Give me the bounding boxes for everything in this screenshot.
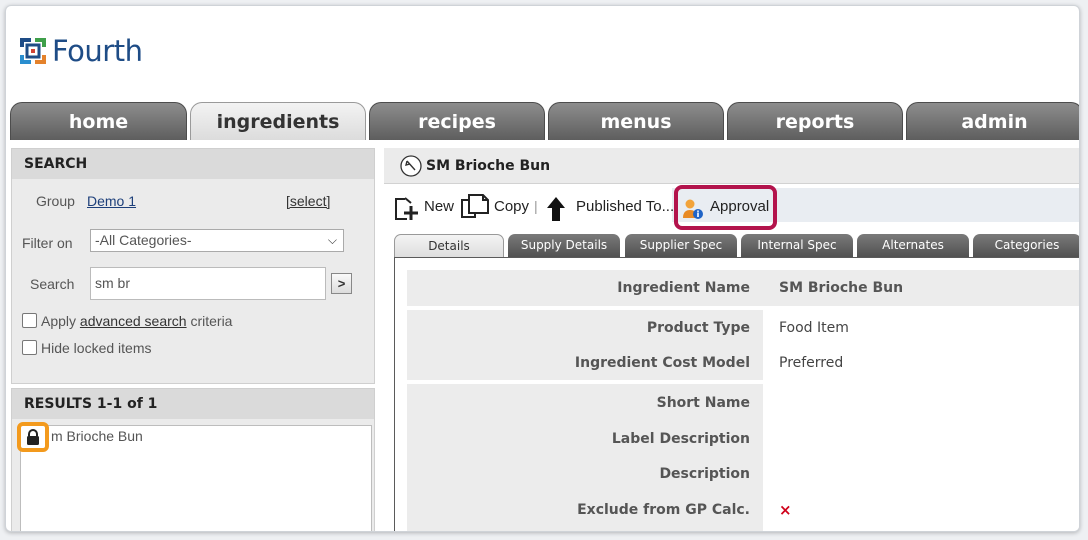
approval-button[interactable]: Approval [710,198,769,215]
details-form: Ingredient Name SM Brioche Bun Product T… [394,257,1079,531]
advanced-search-suffix: criteria [186,313,233,329]
category-filter-value: -All Categories- [95,232,192,248]
tab-alternates[interactable]: Alternates [857,234,969,257]
advanced-search-checkbox[interactable] [22,313,37,328]
results-header: RESULTS 1-1 of 1 [12,389,374,419]
nav-tab-recipes[interactable]: recipes [369,102,545,140]
ingredient-icon [400,155,422,177]
filter-label: Filter on [22,235,73,251]
group-select-link[interactable]: [select] [286,193,330,209]
fourth-logo-mark-icon [20,38,46,64]
tab-supplier-spec[interactable]: Supplier Spec [625,234,737,257]
ingredient-name-label: Ingredient Name [617,280,750,296]
app-window: Fourth home ingredients recipes menus re… [5,5,1080,532]
search-label: Search [30,276,75,292]
published-to-button[interactable]: Published To... [576,198,674,215]
exclude-gp-label: Exclude from GP Calc. [577,502,750,518]
ingredient-header: SM Brioche Bun [384,148,1079,184]
approval-user-icon[interactable] [682,198,704,220]
lock-highlight [17,422,49,452]
chevron-right-icon: > [337,276,346,291]
hide-locked-label: Hide locked items [41,340,152,356]
results-list: m Brioche Bun [17,422,372,531]
advanced-search-prefix: Apply [41,313,80,329]
tab-internal-spec[interactable]: Internal Spec [741,234,853,257]
group-value-link[interactable]: Demo 1 [87,193,136,209]
nav-tab-home[interactable]: home [10,102,187,140]
label-description-label: Label Description [611,431,750,447]
tab-categories[interactable]: Categories [973,234,1079,257]
lock-icon[interactable] [26,429,40,445]
hide-locked-checkbox[interactable] [22,340,37,355]
category-filter-select[interactable]: -All Categories- ⌵ [90,229,344,252]
ingredient-name-value: SM Brioche Bun [779,280,904,296]
copy-icon[interactable] [458,193,490,219]
hide-locked-row: Hide locked items [22,340,152,356]
tab-details[interactable]: Details [394,234,504,257]
group-label: Group [36,193,75,209]
copy-button[interactable]: Copy [494,198,529,215]
exclude-gp-x-icon: × [779,501,792,519]
nav-tab-menus[interactable]: menus [548,102,724,140]
toolbar: New Copy | Published To... Approval [384,185,1079,230]
description-label: Description [659,466,750,482]
nav-tab-admin[interactable]: admin [906,102,1079,140]
cost-model-label: Ingredient Cost Model [574,355,750,371]
cost-model-value: Preferred [779,355,844,371]
short-name-label: Short Name [656,395,750,411]
up-arrow-icon[interactable] [546,196,566,222]
main-nav: home ingredients recipes menus reports a… [10,102,1079,140]
new-button[interactable]: New [424,198,454,215]
detail-tabs: Details Supply Details Supplier Spec Int… [394,234,1079,258]
advanced-search-row: Apply advanced search criteria [22,313,232,329]
search-panel-header: SEARCH [12,149,374,179]
fourth-logo[interactable]: Fourth [18,34,143,68]
result-item-label[interactable]: m Brioche Bun [51,428,143,444]
product-type-label: Product Type [646,320,750,336]
search-input[interactable]: sm br [90,267,326,300]
nav-tab-ingredients[interactable]: ingredients [190,102,366,140]
toolbar-separator: | [534,198,538,214]
results-panel: RESULTS 1-1 of 1 m Brioche Bun [11,388,375,531]
search-panel: SEARCH Group Demo 1 [select] Filter on -… [11,148,375,384]
brand-name: Fourth [52,34,143,68]
new-icon[interactable] [392,195,420,221]
page-title: SM Brioche Bun [426,158,551,174]
chevron-down-icon: ⌵ [327,233,337,247]
product-type-value: Food Item [779,320,849,336]
tab-supply-details[interactable]: Supply Details [508,234,620,257]
advanced-search-link[interactable]: advanced search [80,313,187,329]
nav-tab-reports[interactable]: reports [727,102,903,140]
search-go-button[interactable]: > [331,273,352,294]
